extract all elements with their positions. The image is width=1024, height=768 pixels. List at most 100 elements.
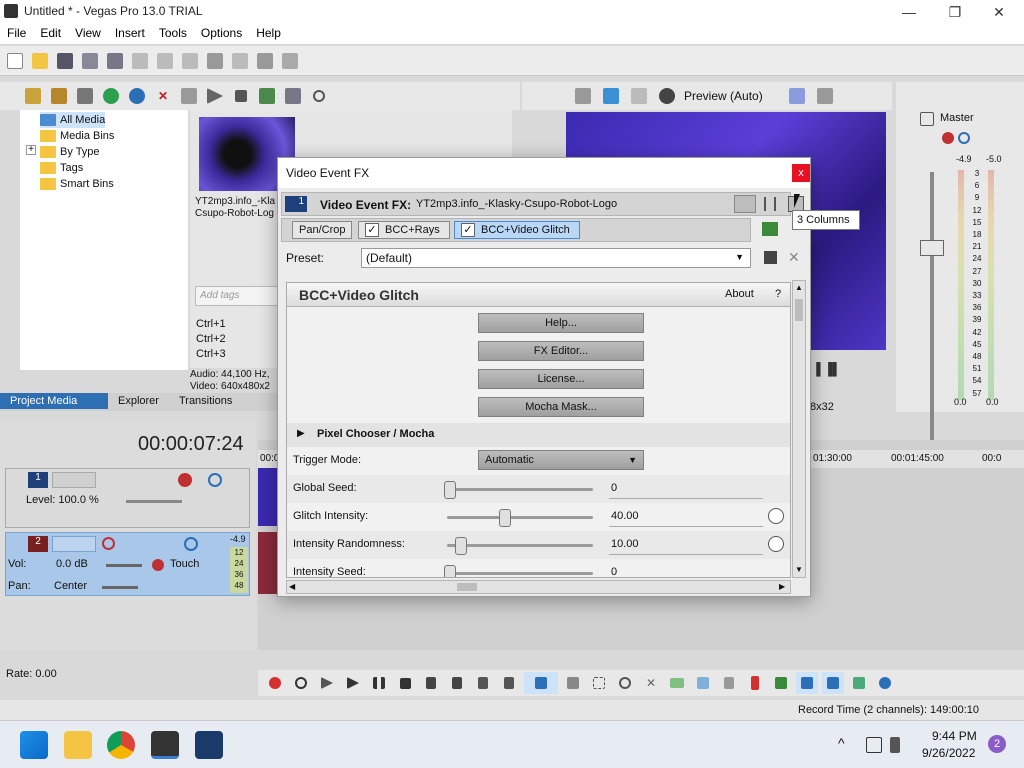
snapping-icon[interactable] <box>822 672 844 694</box>
paste-icon[interactable] <box>179 50 201 72</box>
tags-input[interactable]: Add tags <box>195 286 279 306</box>
automation-gear-icon[interactable] <box>152 559 164 571</box>
vertical-scrollbar[interactable]: ▲ ▼ <box>792 280 806 578</box>
slider-knob[interactable] <box>499 509 511 527</box>
envelope-tool-icon[interactable] <box>562 672 584 694</box>
vegas-taskbar-icon[interactable] <box>151 731 179 759</box>
intensity-randomness-slider[interactable] <box>447 537 593 555</box>
chain-bcc-rays[interactable]: ✓ BCC+Rays <box>358 221 450 239</box>
start-icon[interactable] <box>20 731 48 759</box>
file-explorer-icon[interactable] <box>64 731 92 759</box>
scroll-left-icon[interactable]: ◀ <box>289 582 295 591</box>
external-monitor-icon[interactable] <box>600 85 622 107</box>
global-seed-value[interactable]: 0 <box>609 479 763 499</box>
properties-icon[interactable] <box>79 50 101 72</box>
master-fader[interactable] <box>920 240 944 256</box>
preview-quality-icon[interactable] <box>656 85 678 107</box>
volume-slider[interactable] <box>106 564 142 567</box>
scroll-up-icon[interactable]: ▲ <box>795 283 803 292</box>
save-icon[interactable] <box>54 50 76 72</box>
slider-knob[interactable] <box>444 481 456 499</box>
boris-fx-icon[interactable] <box>195 731 223 759</box>
trigger-mode-select[interactable]: Automatic ▼ <box>478 450 644 470</box>
edit-tool-icon[interactable] <box>524 672 558 694</box>
capture-icon[interactable] <box>48 85 70 107</box>
preview-properties-icon[interactable] <box>572 85 594 107</box>
restore-button[interactable]: ❐ <box>932 0 978 24</box>
delete-preset-icon[interactable]: ✕ <box>788 249 800 266</box>
fx-editor-button[interactable]: FX Editor... <box>478 341 644 361</box>
keyframe-clock-icon[interactable] <box>768 536 784 552</box>
tree-item-tags[interactable]: Tags <box>40 160 83 176</box>
track-mute-icon[interactable] <box>184 537 198 551</box>
tree-item-all-media[interactable]: All Media <box>40 112 106 128</box>
dialog-close-button[interactable]: x <box>792 164 810 182</box>
network-icon[interactable] <box>866 737 882 753</box>
tab-explorer[interactable]: Explorer <box>108 393 169 409</box>
auto-preview-icon[interactable] <box>256 85 278 107</box>
close-window-button[interactable]: ✕ <box>976 0 1022 24</box>
record-icon[interactable] <box>264 672 286 694</box>
render-icon[interactable] <box>104 50 126 72</box>
new-file-icon[interactable] <box>4 50 26 72</box>
track-name-field[interactable] <box>52 472 96 488</box>
media-fx-icon[interactable] <box>126 85 148 107</box>
scroll-thumb[interactable] <box>795 299 803 321</box>
whats-this-icon[interactable] <box>279 50 301 72</box>
enable-checkbox[interactable]: ✓ <box>365 223 379 237</box>
show-hidden-icon[interactable]: ^ <box>838 735 845 751</box>
marker-icon[interactable] <box>744 672 766 694</box>
minimize-button[interactable]: — <box>886 0 932 24</box>
menu-view[interactable]: View <box>68 24 108 42</box>
horizontal-scrollbar[interactable]: ◀ ▶ <box>286 580 791 594</box>
glitch-intensity-value[interactable]: 40.00 <box>609 507 763 527</box>
media-properties-icon[interactable] <box>178 85 200 107</box>
preset-select[interactable]: (Default) ▼ <box>361 248 751 268</box>
play-icon[interactable] <box>342 672 364 694</box>
open-folder-icon[interactable] <box>29 50 51 72</box>
tree-item-by-type[interactable]: By Type <box>40 144 100 160</box>
intensity-seed-value[interactable]: 0 <box>609 563 763 577</box>
go-to-end-icon[interactable] <box>446 672 468 694</box>
stop-icon[interactable] <box>230 85 252 107</box>
copy-snapshot-icon[interactable] <box>814 85 836 107</box>
expand-icon[interactable]: + <box>26 145 36 155</box>
video-clip[interactable] <box>258 468 278 526</box>
track-name-field[interactable] <box>52 536 96 552</box>
next-frame-icon[interactable] <box>498 672 520 694</box>
help-button[interactable]: Help... <box>478 313 644 333</box>
one-column-icon[interactable] <box>734 195 756 213</box>
overlays-icon[interactable] <box>786 85 808 107</box>
keyframe-clock-icon[interactable] <box>768 508 784 524</box>
copy-icon[interactable] <box>154 50 176 72</box>
mocha-mask-button[interactable]: Mocha Mask... <box>478 397 644 417</box>
play-from-start-icon[interactable] <box>316 672 338 694</box>
global-seed-slider[interactable] <box>444 481 593 499</box>
tab-transitions[interactable]: Transitions <box>169 393 242 409</box>
tree-item-smart-bins[interactable]: Smart Bins <box>40 176 114 192</box>
volume-icon[interactable] <box>890 737 900 753</box>
slider-knob[interactable] <box>455 537 467 555</box>
help-link[interactable]: ? <box>775 288 781 300</box>
tree-item-media-bins[interactable]: Media Bins <box>40 128 114 144</box>
auto-ripple-icon[interactable] <box>796 672 818 694</box>
remove-media-icon[interactable]: ✕ <box>152 85 174 107</box>
go-to-start-icon[interactable] <box>420 672 442 694</box>
plugin-chain-icon[interactable] <box>762 222 778 236</box>
zoom-tool-icon[interactable] <box>614 672 636 694</box>
chain-pan-crop[interactable]: Pan/Crop <box>292 221 353 239</box>
split-screen-icon[interactable] <box>628 85 650 107</box>
license-button[interactable]: License... <box>478 369 644 389</box>
enable-checkbox[interactable]: ✓ <box>461 223 475 237</box>
preview-transport-icon[interactable]: ▐ ▐▌ <box>812 362 841 376</box>
automation-mode[interactable]: Touch <box>170 558 199 570</box>
clock-time[interactable]: 9:44 PM <box>932 729 977 743</box>
scroll-right-icon[interactable]: ▶ <box>779 582 785 591</box>
web-media-icon[interactable] <box>100 85 122 107</box>
search-icon[interactable] <box>308 85 330 107</box>
menu-options[interactable]: Options <box>194 24 249 42</box>
level-slider[interactable] <box>126 500 182 503</box>
region-icon[interactable] <box>770 672 792 694</box>
scroll-thumb[interactable] <box>457 583 477 591</box>
cut-icon[interactable] <box>129 50 151 72</box>
